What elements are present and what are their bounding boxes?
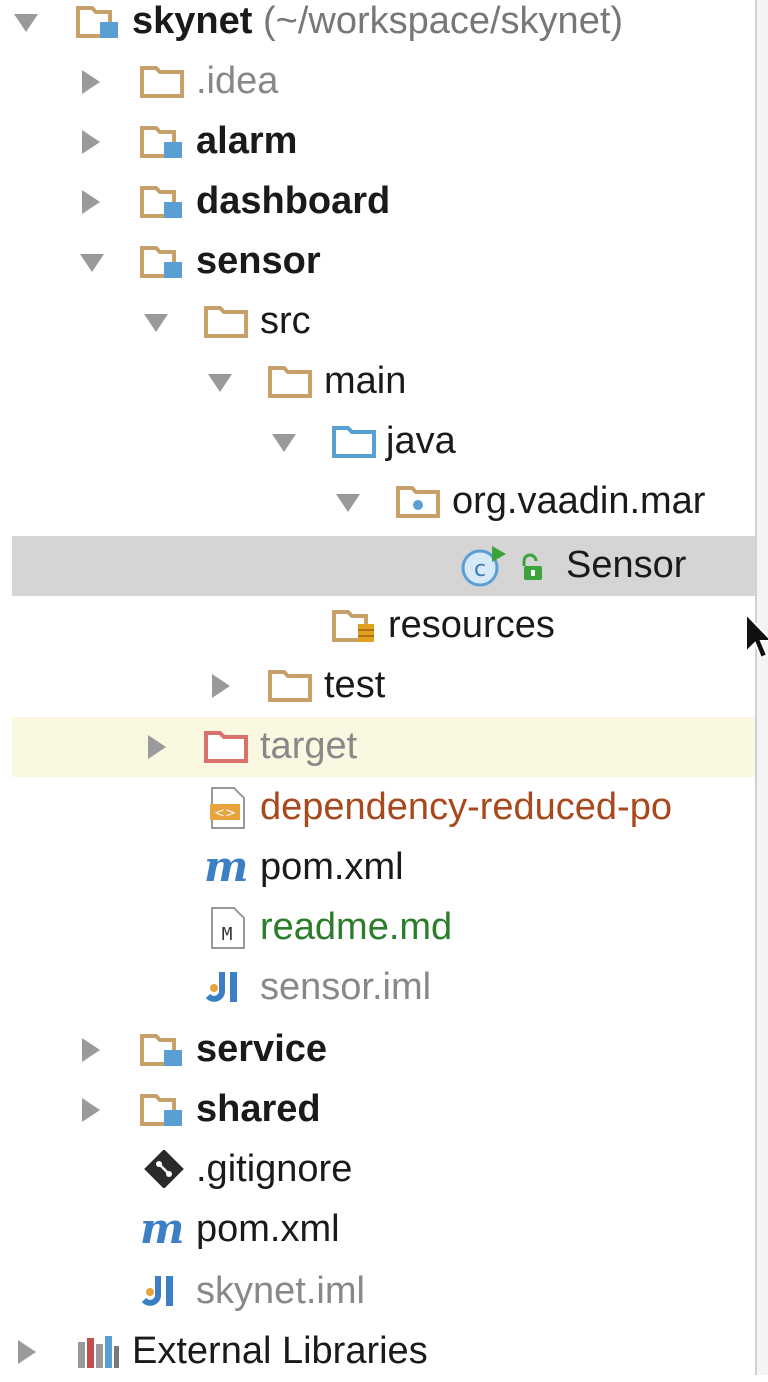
svg-text:<>: <> xyxy=(214,806,236,821)
tree-row-skynet-iml[interactable]: skynet.iml xyxy=(0,1262,755,1322)
module-folder-icon xyxy=(140,1034,182,1066)
tree-row-sensor-pom[interactable]: m pom.xml xyxy=(0,838,755,898)
excluded-folder-icon xyxy=(204,731,248,763)
panel-edge xyxy=(755,0,768,1375)
library-icon xyxy=(78,1336,119,1368)
tree-row-sensor[interactable]: sensor xyxy=(0,232,755,292)
tree-row-gitignore[interactable]: .gitignore xyxy=(0,1140,755,1200)
folder-icon xyxy=(140,66,184,98)
folder-icon xyxy=(268,366,312,398)
maven-icon: m xyxy=(140,1204,185,1253)
tree-label-dashboard: dashboard xyxy=(196,180,391,222)
tree-row-resources[interactable]: resources xyxy=(0,596,755,656)
tree-label-sensor-class: Sensor xyxy=(566,544,687,586)
tree-label-alarm: alarm xyxy=(196,120,298,162)
tree-label-target: target xyxy=(260,725,358,767)
tree-label-sensor-iml: sensor.iml xyxy=(260,966,432,1008)
tree-label-root-pom: pom.xml xyxy=(196,1208,340,1250)
tree-row-target[interactable]: target xyxy=(12,717,755,777)
tree-row-sensor-class[interactable]: c Sensor xyxy=(12,536,755,596)
tree-label-idea: .idea xyxy=(196,60,279,102)
tree-label-sensor: sensor xyxy=(196,240,321,282)
tree-label-test: test xyxy=(324,664,386,706)
tree-row-readme[interactable]: M readme.md xyxy=(0,898,755,958)
expand-arrow-icon[interactable] xyxy=(208,374,232,392)
tree-label-java: java xyxy=(386,420,456,462)
source-folder-icon xyxy=(332,426,376,458)
tree-label-shared: shared xyxy=(196,1088,321,1130)
resources-folder-icon xyxy=(332,610,374,642)
package-icon xyxy=(396,486,440,518)
tree-label-dependency-pom: dependency-reduced-po xyxy=(260,786,672,828)
collapse-arrow-icon[interactable] xyxy=(82,130,100,154)
expand-arrow-icon[interactable] xyxy=(272,434,296,452)
module-folder-icon xyxy=(140,126,182,158)
tree-row-src[interactable]: src xyxy=(0,292,755,352)
svg-text:c: c xyxy=(474,557,486,582)
tree-row-service[interactable]: service xyxy=(0,1020,755,1080)
folder-icon xyxy=(204,306,248,338)
collapse-arrow-icon[interactable] xyxy=(82,70,100,94)
tree-row-dependency-pom[interactable]: <> dependency-reduced-po xyxy=(0,778,755,838)
tree-row-java[interactable]: java xyxy=(0,412,755,472)
module-folder-icon xyxy=(140,1094,182,1126)
module-folder-icon xyxy=(140,246,182,278)
tree-row-alarm[interactable]: alarm xyxy=(0,112,755,172)
tree-label-sensor-pom: pom.xml xyxy=(260,846,404,888)
tree-row-main[interactable]: main xyxy=(0,352,755,412)
collapse-arrow-icon[interactable] xyxy=(82,190,100,214)
mouse-cursor-icon xyxy=(745,612,768,660)
tree-row-idea[interactable]: .idea xyxy=(0,52,755,112)
tree-row-dashboard[interactable]: dashboard xyxy=(0,172,755,232)
tree-row-root-pom[interactable]: m pom.xml xyxy=(0,1200,755,1260)
iml-file-icon xyxy=(206,972,237,1002)
tree-label-readme: readme.md xyxy=(260,906,453,948)
git-file-icon xyxy=(144,1150,184,1188)
tree-label-skynet: skynet (~/workspace/skynet) xyxy=(132,0,624,42)
tree-label-main: main xyxy=(324,360,407,402)
tree-label-skynet-iml: skynet.iml xyxy=(196,1270,365,1312)
tree-row-package[interactable]: org.vaadin.mar xyxy=(0,472,755,532)
xml-file-icon: <> xyxy=(210,787,245,829)
tree-label-gitignore: .gitignore xyxy=(196,1148,353,1190)
markdown-file-icon: M xyxy=(211,907,245,949)
tree-row-sensor-iml[interactable]: sensor.iml xyxy=(0,958,755,1018)
svg-text:M: M xyxy=(222,924,233,945)
module-folder-icon xyxy=(76,6,118,38)
expand-arrow-icon[interactable] xyxy=(80,254,104,272)
expand-arrow-icon[interactable] xyxy=(144,314,168,332)
iml-file-icon xyxy=(142,1276,173,1306)
collapse-arrow-icon[interactable] xyxy=(148,735,166,759)
public-lock-icon xyxy=(522,553,542,580)
tree-label-external-libraries: External Libraries xyxy=(132,1330,428,1372)
collapse-arrow-icon[interactable] xyxy=(212,674,230,698)
java-class-icon: c xyxy=(461,546,506,587)
module-folder-icon xyxy=(140,186,182,218)
tree-label-service: service xyxy=(196,1028,328,1070)
collapse-arrow-icon[interactable] xyxy=(82,1038,100,1062)
folder-icon xyxy=(268,670,312,702)
tree-row-test[interactable]: test xyxy=(0,656,755,716)
tree-row-skynet[interactable]: skynet (~/workspace/skynet) xyxy=(0,0,755,52)
expand-arrow-icon[interactable] xyxy=(336,494,360,512)
tree-label-resources: resources xyxy=(388,604,555,646)
project-tree: skynet (~/workspace/skynet) .idea alarm … xyxy=(0,0,755,1375)
tree-label-src: src xyxy=(260,300,311,342)
expand-arrow-icon[interactable] xyxy=(14,14,38,32)
tree-label-package: org.vaadin.mar xyxy=(452,480,706,522)
collapse-arrow-icon[interactable] xyxy=(82,1098,100,1122)
collapse-arrow-icon[interactable] xyxy=(18,1340,36,1364)
tree-row-shared[interactable]: shared xyxy=(0,1080,755,1140)
tree-row-external-libraries[interactable]: External Libraries xyxy=(0,1322,755,1382)
maven-icon: m xyxy=(204,842,249,891)
